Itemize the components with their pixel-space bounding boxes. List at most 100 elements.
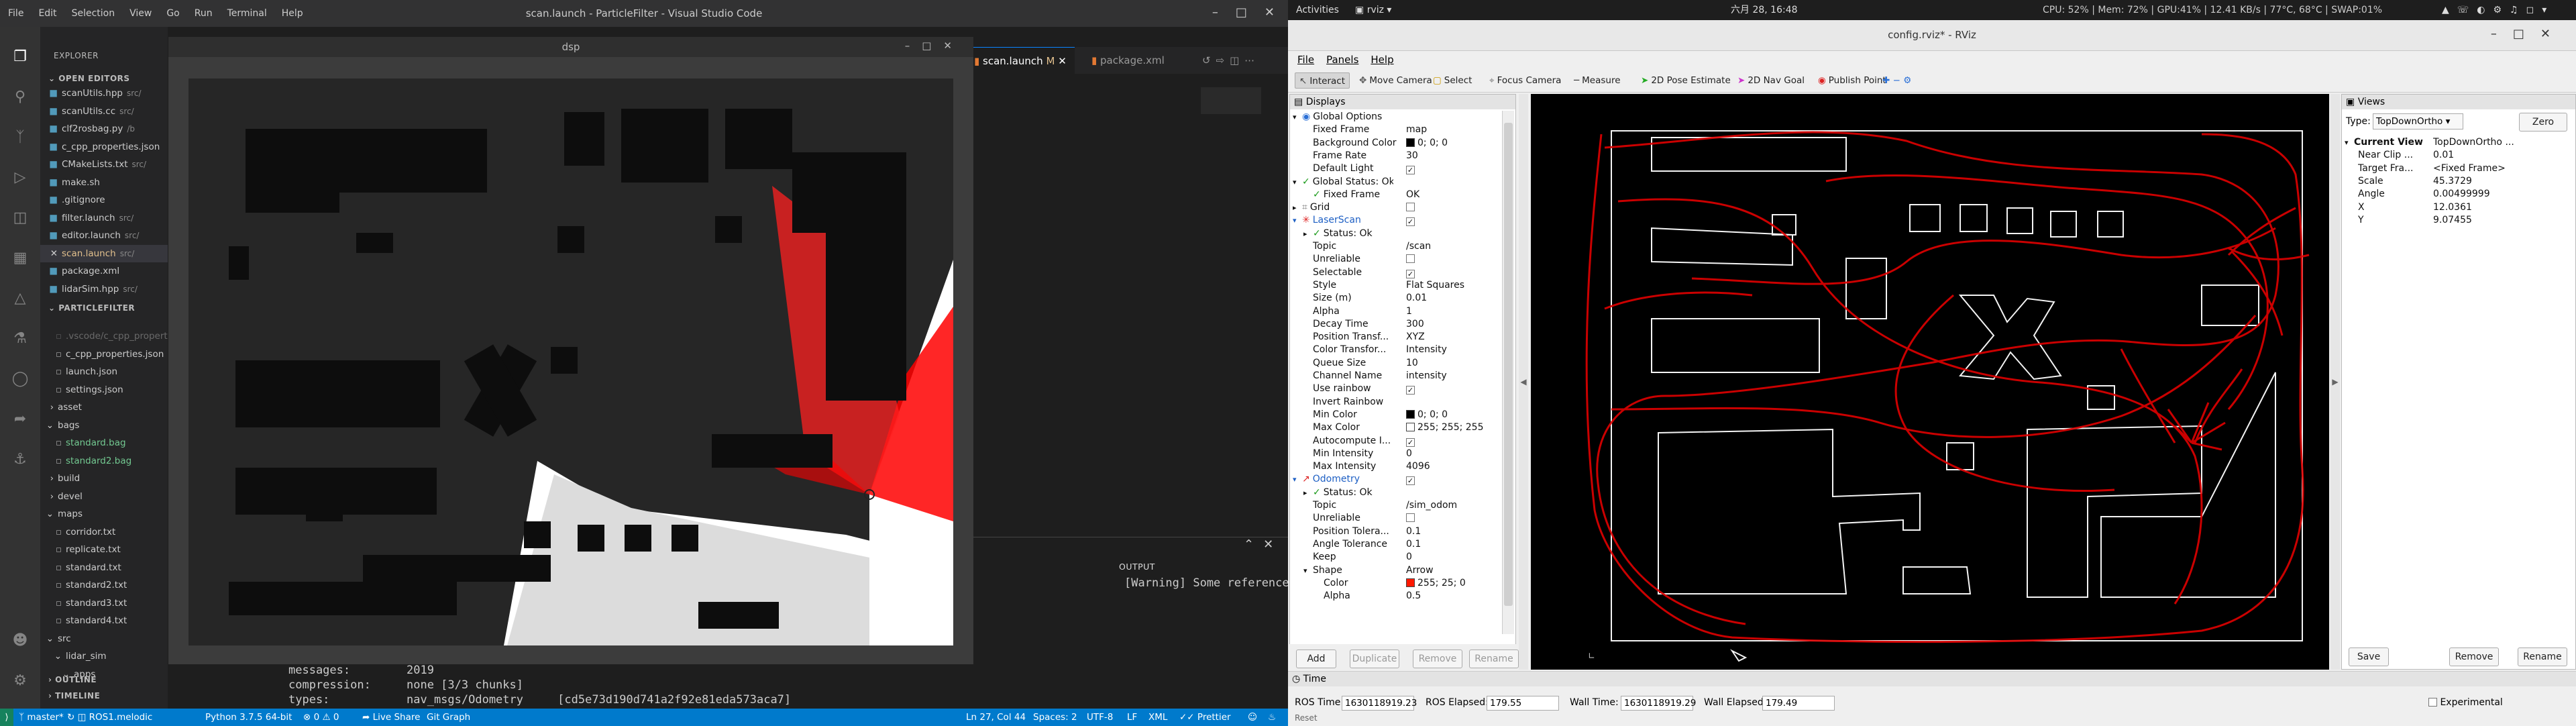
folder-item[interactable]: ⌄ bags: [40, 417, 168, 434]
clock[interactable]: 六月 28, 16:48: [1731, 0, 1798, 20]
view-row[interactable]: ▾ Current View TopDownOrtho ...: [2342, 136, 2575, 149]
expand-arrow-icon[interactable]: ▾: [1293, 214, 1302, 227]
display-property-value[interactable]: Intensity: [1406, 344, 1501, 356]
display-property-value[interactable]: OK: [1406, 189, 1501, 201]
open-editor-item[interactable]: ■ clf2rosbag.py/b: [40, 120, 168, 138]
cmake-icon[interactable]: △: [10, 289, 30, 309]
zero-button[interactable]: Zero: [2519, 113, 2567, 132]
display-property-value[interactable]: 0; 0; 0: [1406, 137, 1501, 150]
view-property-value[interactable]: 0.01: [2433, 149, 2571, 162]
display-property-value[interactable]: map: [1406, 123, 1501, 136]
display-property-value[interactable]: XYZ: [1406, 331, 1501, 344]
git-branch[interactable]: ᛉ master*: [19, 709, 64, 726]
view-row[interactable]: Scale 45.3729: [2342, 175, 2575, 188]
view-remove-button[interactable]: Remove: [2449, 647, 2499, 666]
live-share-button[interactable]: ➦ Live Share: [362, 709, 420, 726]
file-item[interactable]: ▫ launch.json: [40, 363, 168, 380]
display-row[interactable]: ▸ ✓ Status: Ok: [1290, 486, 1501, 499]
display-property-value[interactable]: 0: [1406, 551, 1501, 564]
problems-indicator[interactable]: ⊗ 0 ⚠ 0: [303, 709, 339, 726]
account-icon[interactable]: ☻: [10, 631, 30, 651]
display-row[interactable]: Position Transf... XYZ: [1290, 331, 1501, 344]
tool-measure-button[interactable]: ─ Measure: [1570, 72, 1625, 89]
display-row[interactable]: ▸ ⌗ Grid: [1290, 201, 1501, 214]
view-row[interactable]: Target Fra... <Fixed Frame>: [2342, 162, 2575, 175]
expand-arrow-icon[interactable]: ▾: [1293, 176, 1302, 189]
open-editor-item[interactable]: ■ c_cpp_properties.json: [40, 138, 168, 156]
display-property-value[interactable]: /scan: [1406, 240, 1501, 253]
folder-item[interactable]: › build: [40, 470, 168, 487]
expand-arrow-icon[interactable]: ▸: [1303, 227, 1313, 240]
display-property-value[interactable]: intensity: [1406, 370, 1501, 382]
display-row[interactable]: ▾ ◉ Global Options: [1290, 111, 1501, 123]
view-rename-button[interactable]: Rename: [2518, 647, 2567, 666]
view-property-value[interactable]: TopDownOrtho ...: [2433, 136, 2571, 149]
search-icon[interactable]: ⚲: [10, 87, 30, 107]
rviz-3d-view[interactable]: ∟: [1531, 94, 2329, 670]
checkbox[interactable]: ✓: [1406, 437, 1415, 447]
display-row[interactable]: Decay Time 300: [1290, 318, 1501, 331]
display-row[interactable]: Color Transfor... Intensity: [1290, 344, 1501, 356]
checkbox[interactable]: ✓: [1406, 217, 1415, 227]
display-row[interactable]: ▾ ✳ LaserScan ✓: [1290, 214, 1501, 227]
display-row[interactable]: Alpha 0.5: [1290, 590, 1501, 603]
add-tool-icon[interactable]: ✚ − ⚙: [1878, 72, 1915, 89]
view-property-value[interactable]: 9.07455: [2433, 214, 2571, 227]
tab-package-xml[interactable]: ▮ package.xml: [1083, 47, 1173, 74]
display-property-value[interactable]: 300: [1406, 318, 1501, 331]
display-property-value[interactable]: ✓: [1406, 382, 1501, 395]
indentation[interactable]: Spaces: 2: [1033, 709, 1077, 726]
display-row[interactable]: Max Intensity 4096: [1290, 460, 1501, 473]
tool-move-camera-button[interactable]: ✥ Move Camera: [1355, 72, 1436, 89]
prettier-status[interactable]: ✓✓ Prettier: [1179, 709, 1231, 726]
display-property-value[interactable]: ✓: [1406, 266, 1501, 279]
display-row[interactable]: Default Light ✓: [1290, 162, 1501, 175]
cursor-position[interactable]: Ln 27, Col 44: [966, 709, 1026, 726]
open-editor-item[interactable]: ■ scanUtils.cc src/: [40, 103, 168, 120]
display-property-value[interactable]: ✓: [1406, 435, 1501, 448]
expand-arrow-icon[interactable]: ▸: [1293, 201, 1302, 214]
checkbox[interactable]: ✓: [1406, 386, 1415, 395]
live-share-icon[interactable]: ➦: [10, 409, 30, 429]
view-property-value[interactable]: <Fixed Frame>: [2433, 162, 2571, 175]
open-editor-item[interactable]: ■ make.sh: [40, 174, 168, 191]
tool-select-button[interactable]: ▢ Select: [1429, 72, 1476, 89]
open-editors-title[interactable]: ⌄ OPEN EDITORS: [48, 74, 130, 83]
display-row[interactable]: Max Color 255; 255; 255: [1290, 421, 1501, 434]
display-row[interactable]: Fixed Frame map: [1290, 123, 1501, 136]
display-row[interactable]: Frame Rate 30: [1290, 150, 1501, 162]
minimap[interactable]: [1201, 87, 1261, 114]
display-row[interactable]: Style Flat Squares: [1290, 279, 1501, 292]
display-row[interactable]: ▾ ↗ Odometry ✓: [1290, 473, 1501, 486]
display-property-value[interactable]: 30: [1406, 150, 1501, 162]
display-row[interactable]: Topic/scan: [1290, 240, 1501, 253]
close-icon[interactable]: ✕: [1058, 55, 1067, 67]
file-item[interactable]: ▫ standard.txt: [40, 559, 168, 576]
display-row[interactable]: Invert Rainbow: [1290, 396, 1501, 409]
display-property-value[interactable]: 0: [1406, 448, 1501, 460]
view-row[interactable]: Y 9.07455: [2342, 214, 2575, 227]
open-editor-item[interactable]: ■ lidarSim.hpp src/: [40, 280, 168, 298]
display-property-value[interactable]: 4096: [1406, 460, 1501, 473]
checkbox[interactable]: ✓: [1406, 269, 1415, 278]
file-item[interactable]: ▫ .vscode/c_cpp_properties.json: [40, 327, 168, 345]
tool-focus-camera-button[interactable]: ⌖ Focus Camera: [1485, 72, 1565, 89]
display-duplicate-button[interactable]: Duplicate: [1350, 650, 1399, 668]
gear-icon[interactable]: ⚙: [10, 671, 30, 691]
folder-item[interactable]: ⌄ lidar_sim: [40, 647, 168, 665]
display-row[interactable]: Queue Size 10: [1290, 357, 1501, 370]
display-property-value[interactable]: Flat Squares: [1406, 279, 1501, 292]
display-row[interactable]: Alpha 1: [1290, 305, 1501, 318]
left-dock-splitter[interactable]: ◀: [1519, 94, 1528, 670]
view-row[interactable]: X 12.0361: [2342, 201, 2575, 214]
view-property-value[interactable]: 0.00499999: [2433, 188, 2571, 201]
expand-arrow-icon[interactable]: ▾: [1303, 564, 1313, 577]
display-row[interactable]: Unreliable: [1290, 512, 1501, 525]
experimental-checkbox[interactable]: Experimental: [2428, 697, 2503, 708]
expand-arrow-icon[interactable]: ▾: [1293, 111, 1302, 123]
file-item[interactable]: ▫ settings.json: [40, 381, 168, 399]
display-rename-button[interactable]: Rename: [1469, 650, 1519, 668]
display-property-value[interactable]: ✓: [1406, 214, 1501, 227]
files-icon[interactable]: ❐: [10, 47, 30, 67]
display-row[interactable]: Size (m) 0.01: [1290, 292, 1501, 305]
